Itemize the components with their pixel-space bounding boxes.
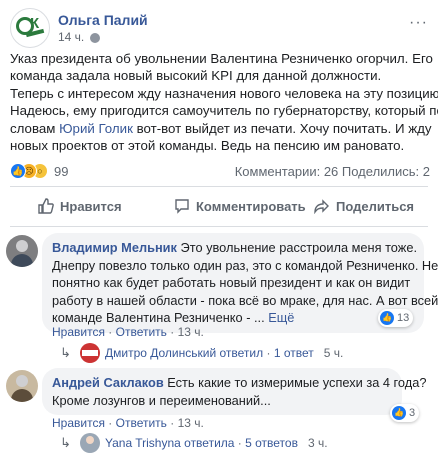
mention-link[interactable]: Юрий Голик: [59, 121, 133, 136]
author-name[interactable]: Ольга Палий: [58, 12, 148, 28]
post-line: словам Юрий Голик вот-вот выйдет из печа…: [10, 120, 432, 137]
replier-name[interactable]: Дмитро Долинський ответил: [105, 346, 263, 360]
post-timestamp[interactable]: 14 ч.: [58, 30, 84, 44]
divider: [10, 186, 428, 187]
like-icon: 👍: [380, 311, 394, 325]
replier-avatar: [80, 433, 100, 453]
reply-arrow-icon: ↳: [60, 345, 71, 360]
comment-bubble: Андрей Саклаков Есть какие то измеримые …: [42, 368, 426, 415]
commenter-name[interactable]: Владимир Мельник: [52, 240, 177, 255]
comment-line: Днепру повезло только один раз, это с ко…: [52, 257, 438, 273]
see-more-link[interactable]: Ещё: [268, 310, 294, 325]
view-replies-row[interactable]: ↳ Дмитро Долинський ответил · 1 ответ 5 …: [60, 343, 343, 363]
comment-bubble-icon: [175, 199, 189, 214]
post-action-bar: Нравится Комментировать Поделиться: [10, 190, 428, 222]
more-options-icon[interactable]: ···: [409, 14, 428, 32]
reply-time: 5 ч.: [323, 346, 344, 360]
comment-actions: Нравится · Ответить · 13 ч.: [52, 416, 204, 430]
reply-time: 3 ч.: [307, 436, 328, 450]
comment-text-fragment: команде Валентина Резниченко - ...: [52, 310, 269, 325]
replier-avatar: [80, 343, 100, 363]
comment-line: команде Валентина Резниченко - ... Ещё: [52, 309, 414, 327]
reply-count[interactable]: 1 ответ: [274, 346, 314, 360]
globe-icon: [90, 33, 100, 43]
comment-bubble: Владимир Мельник Это увольнение расстрои…: [42, 233, 438, 333]
commenter-avatar[interactable]: [6, 370, 38, 402]
post-header: К Ольга Палий 14 ч. ···: [10, 4, 428, 48]
replier-name[interactable]: Yana Trishyna ответила: [105, 436, 234, 450]
comment-reply-link[interactable]: Ответить: [116, 416, 167, 430]
comment-reactions[interactable]: 👍 3: [390, 404, 420, 422]
share-arrow-icon: [314, 199, 329, 214]
like-button-label: Нравится: [60, 198, 122, 214]
like-icon: 👍: [392, 406, 406, 420]
reply-separator: ·: [234, 436, 246, 450]
reply-count[interactable]: 5 ответов: [245, 436, 298, 450]
reply-separator: [298, 436, 308, 450]
comment-reactions[interactable]: 👍 13: [378, 309, 414, 327]
comment-like-link[interactable]: Нравится: [52, 416, 105, 430]
post-body: Указ президента об увольнении Валентина …: [10, 50, 438, 154]
post-text-fragment: вот-вот выйдет из печати. Хочу почитать.…: [132, 120, 432, 136]
like-button[interactable]: Нравится: [38, 190, 122, 222]
comment-reply-link[interactable]: Ответить: [116, 325, 167, 339]
post-line: Указ президента об увольнении Валентина …: [10, 51, 433, 66]
thumbs-up-icon: [38, 198, 54, 214]
comment-line: понятно как будет работать новый президе…: [52, 275, 411, 290]
comment-button-label: Комментировать: [196, 198, 306, 214]
comment-reaction-count: 13: [397, 312, 410, 324]
post-stats[interactable]: Комментарии: 26 Поделились: 2: [235, 164, 430, 179]
view-replies-row[interactable]: ↳ Yana Trishyna ответила · 5 ответов 3 ч…: [60, 433, 328, 453]
author-avatar[interactable]: К: [10, 8, 50, 48]
post-line: Надеюсь, ему пригодится самоучитель по г…: [10, 103, 438, 119]
comment-reaction-count: 3: [409, 407, 416, 419]
comment-text-fragment: Есть какие то измеримые успехи за 4 года…: [163, 375, 427, 390]
reply-arrow-icon: ↳: [60, 435, 71, 450]
comment-line: Кроме лозунгов и переименований...: [52, 392, 271, 408]
post-line: новых проектов от этой команды. Ведь на …: [10, 138, 405, 154]
share-button[interactable]: Поделиться: [314, 190, 414, 222]
divider: [10, 226, 428, 227]
comment-timestamp[interactable]: 13 ч.: [178, 416, 204, 430]
comment-text-fragment: Это увольнение расстроила меня тоже.: [176, 240, 418, 255]
reply-separator: ·: [263, 346, 274, 360]
post-line: Теперь с интересом жду назначения нового…: [10, 85, 438, 101]
reaction-count: 99: [54, 164, 69, 179]
like-icon: 👍: [10, 163, 26, 179]
comment-line: Андрей Саклаков Есть какие то измеримые …: [52, 374, 426, 392]
commenter-name[interactable]: Андрей Саклаков: [52, 375, 164, 390]
comment-actions: Нравится · Ответить · 13 ч.: [52, 325, 204, 339]
comment-line: работу в нашей области - пока всё во мра…: [52, 292, 438, 308]
post-text-fragment: словам: [10, 120, 60, 136]
comment-like-link[interactable]: Нравится: [52, 325, 105, 339]
comment-timestamp[interactable]: 13 ч.: [178, 325, 204, 339]
commenter-avatar[interactable]: [6, 235, 38, 267]
comment-line: Владимир Мельник Это увольнение расстрои…: [52, 239, 418, 257]
comment-button[interactable]: Комментировать: [174, 190, 306, 222]
post-line: команда задала новый высокий KPI для дан…: [10, 68, 382, 84]
reply-separator: [314, 346, 324, 360]
share-button-label: Поделиться: [336, 198, 415, 214]
